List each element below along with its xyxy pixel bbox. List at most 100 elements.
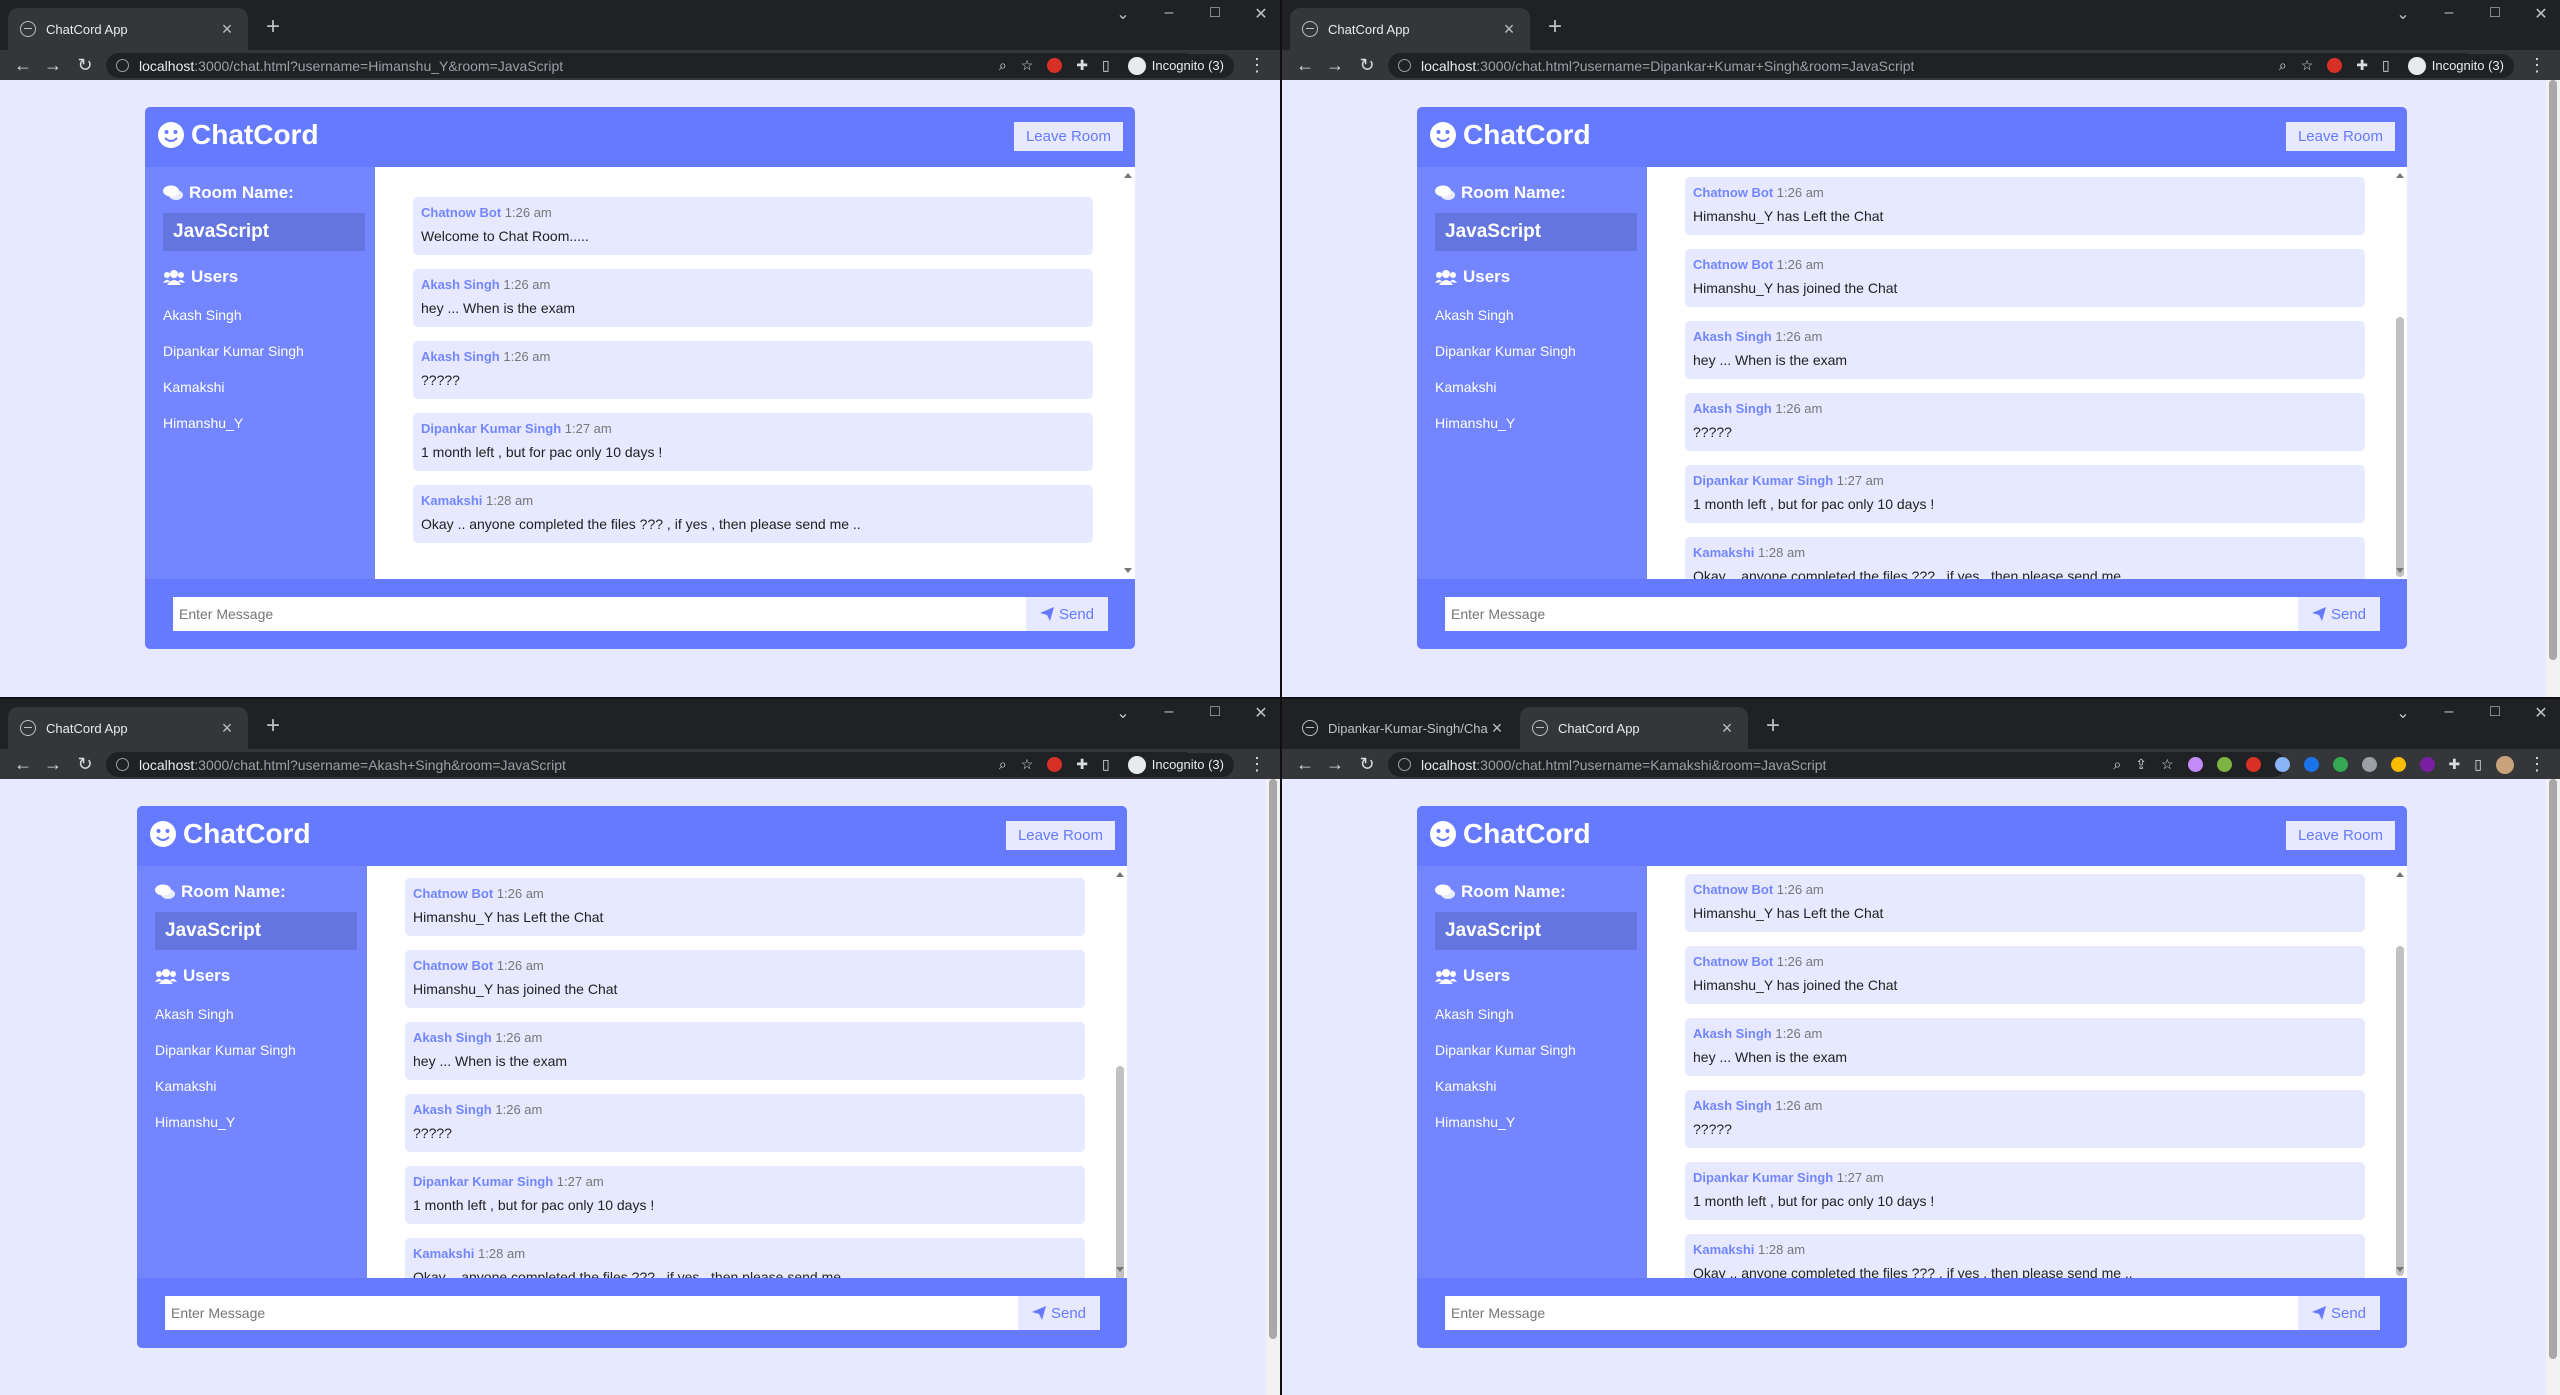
back-icon[interactable]: ← — [1292, 52, 1318, 78]
puzzle-icon[interactable]: ✚ — [1076, 756, 1088, 773]
close-tab-icon[interactable]: × — [218, 19, 236, 40]
forward-icon[interactable]: → — [1322, 52, 1348, 78]
page-scrollbar[interactable] — [2546, 779, 2560, 1395]
chat-messages[interactable]: Chatnow Bot 1:26 am Himanshu_Y has Left t… — [1647, 866, 2407, 1278]
puzzle-icon[interactable]: ✚ — [1076, 57, 1088, 74]
reload-icon[interactable]: ↻ — [1354, 52, 1380, 78]
browser-tab[interactable]: ChatCord App × — [8, 8, 248, 50]
browser-tab[interactable]: ChatCord App × — [8, 707, 248, 749]
message-input[interactable] — [1445, 1296, 2298, 1330]
reload-icon[interactable]: ↻ — [72, 751, 98, 777]
back-icon[interactable]: ← — [1292, 751, 1318, 777]
maximize-icon[interactable]: □ — [2486, 703, 2504, 723]
extension-icon[interactable] — [2274, 757, 2290, 772]
close-icon[interactable]: ✕ — [1252, 703, 1270, 723]
zoom-icon[interactable]: ⌕ — [2279, 57, 2287, 74]
extension-icon[interactable] — [2327, 58, 2343, 73]
extension-icon[interactable] — [2390, 757, 2406, 772]
star-icon[interactable]: ☆ — [1021, 57, 1034, 74]
chevron-down-icon[interactable]: ⌄ — [2394, 4, 2412, 24]
back-icon[interactable]: ← — [10, 52, 36, 78]
extension-icon[interactable] — [2303, 757, 2319, 772]
menu-icon[interactable]: ⋮ — [2528, 55, 2546, 76]
reload-icon[interactable]: ↻ — [72, 52, 98, 78]
messages-scrollbar[interactable] — [1113, 866, 1127, 1278]
browser-tab[interactable]: Dipankar-Kumar-Singh/Chatnow× — [1290, 707, 1518, 749]
chevron-down-icon[interactable]: ⌄ — [1114, 703, 1132, 723]
leave-room-button[interactable]: Leave Room — [1005, 821, 1115, 850]
sidepanel-icon[interactable]: ▯ — [1102, 756, 1110, 773]
close-tab-icon[interactable]: × — [1718, 718, 1736, 739]
close-tab-icon[interactable]: × — [1488, 718, 1506, 739]
extension-icon[interactable] — [1047, 58, 1063, 73]
minimize-icon[interactable]: – — [1160, 703, 1178, 723]
menu-icon[interactable]: ⋮ — [1248, 55, 1266, 76]
incognito-badge[interactable]: Incognito (3) — [2403, 53, 2514, 78]
extension-icon[interactable] — [1047, 757, 1063, 772]
send-button[interactable]: Send — [2298, 597, 2380, 631]
menu-icon[interactable]: ⋮ — [1248, 754, 1266, 775]
star-icon[interactable]: ☆ — [2161, 756, 2174, 773]
sidepanel-icon[interactable]: ▯ — [2382, 57, 2390, 74]
messages-scrollbar[interactable] — [2393, 167, 2407, 579]
back-icon[interactable]: ← — [10, 751, 36, 777]
close-tab-icon[interactable]: × — [218, 718, 236, 739]
extension-icon[interactable] — [2187, 757, 2203, 772]
message-input[interactable] — [1445, 597, 2298, 631]
maximize-icon[interactable]: □ — [1206, 703, 1224, 723]
minimize-icon[interactable]: – — [2440, 703, 2458, 723]
forward-icon[interactable]: → — [40, 52, 66, 78]
leave-room-button[interactable]: Leave Room — [2285, 821, 2395, 850]
zoom-icon[interactable]: ⌕ — [2113, 756, 2121, 773]
forward-icon[interactable]: → — [1322, 751, 1348, 777]
sidepanel-icon[interactable]: ▯ — [1102, 57, 1110, 74]
close-icon[interactable]: ✕ — [1252, 4, 1270, 24]
zoom-icon[interactable]: ⌕ — [999, 756, 1007, 773]
puzzle-icon[interactable]: ✚ — [2449, 756, 2461, 773]
menu-icon[interactable]: ⋮ — [2528, 754, 2546, 775]
info-icon[interactable] — [1398, 758, 1411, 771]
puzzle-icon[interactable]: ✚ — [2356, 57, 2368, 74]
chat-messages[interactable]: Chatnow Bot 1:26 am Himanshu_Y has Left t… — [367, 866, 1127, 1278]
send-button[interactable]: Send — [1018, 1296, 1100, 1330]
page-scrollbar[interactable] — [1266, 779, 1280, 1395]
minimize-icon[interactable]: – — [2440, 4, 2458, 24]
info-icon[interactable] — [116, 758, 129, 771]
message-input[interactable] — [165, 1296, 1018, 1330]
extension-icon[interactable] — [2361, 757, 2377, 772]
close-icon[interactable]: ✕ — [2532, 4, 2550, 24]
close-tab-icon[interactable]: × — [1500, 19, 1518, 40]
send-button[interactable]: Send — [1026, 597, 1108, 631]
send-button[interactable]: Send — [2298, 1296, 2380, 1330]
incognito-badge[interactable]: Incognito (3) — [1123, 752, 1234, 777]
star-icon[interactable]: ☆ — [1021, 756, 1034, 773]
new-tab-button[interactable]: + — [1758, 711, 1788, 741]
leave-room-button[interactable]: Leave Room — [1013, 122, 1123, 151]
messages-scrollbar[interactable] — [1121, 167, 1135, 579]
sidepanel-icon[interactable]: ▯ — [2474, 756, 2482, 773]
forward-icon[interactable]: → — [40, 751, 66, 777]
page-scrollbar[interactable] — [2546, 80, 2560, 697]
extension-icon[interactable] — [2332, 757, 2348, 772]
zoom-icon[interactable]: ⌕ — [999, 57, 1007, 74]
extension-icon[interactable] — [2419, 757, 2435, 772]
extension-icon[interactable] — [2216, 757, 2232, 772]
share-icon[interactable]: ⇪ — [2135, 756, 2147, 773]
browser-tab[interactable]: ChatCord App × — [1290, 8, 1530, 50]
message-input[interactable] — [173, 597, 1026, 631]
chat-messages[interactable]: Chatnow Bot 1:26 am Welcome to Chat Room.… — [375, 167, 1135, 579]
reload-icon[interactable]: ↻ — [1354, 751, 1380, 777]
maximize-icon[interactable]: □ — [1206, 4, 1224, 24]
info-icon[interactable] — [116, 59, 129, 72]
avatar[interactable] — [2496, 755, 2514, 774]
browser-tab[interactable]: ChatCord App × — [1520, 707, 1748, 749]
new-tab-button[interactable]: + — [1540, 12, 1570, 42]
chat-messages[interactable]: Chatnow Bot 1:26 am Himanshu_Y has Left t… — [1647, 167, 2407, 579]
info-icon[interactable] — [1398, 59, 1411, 72]
leave-room-button[interactable]: Leave Room — [2285, 122, 2395, 151]
extension-icon[interactable] — [2245, 757, 2261, 772]
new-tab-button[interactable]: + — [258, 711, 288, 741]
chevron-down-icon[interactable]: ⌄ — [1114, 4, 1132, 24]
minimize-icon[interactable]: – — [1160, 4, 1178, 24]
incognito-badge[interactable]: Incognito (3) — [1123, 53, 1234, 78]
